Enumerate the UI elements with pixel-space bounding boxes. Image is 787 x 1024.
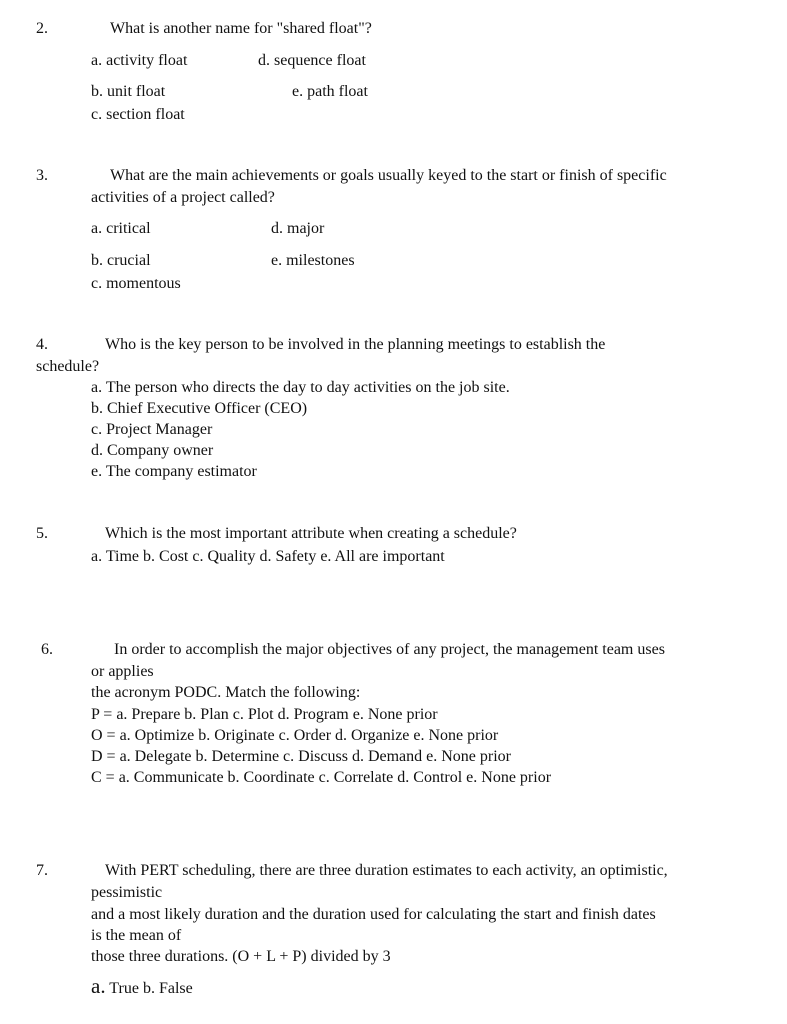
option-d: d. sequence float — [258, 52, 366, 69]
question-number: 4. — [36, 336, 48, 353]
question-number: 5. — [36, 525, 48, 542]
question-prompt-line-1: Who is the key person to be involved in … — [105, 336, 606, 353]
question-prompt-line-2: or applies — [91, 663, 154, 680]
question-number: 2. — [36, 20, 48, 37]
question-prompt-line-5: those three durations. (O + L + P) divid… — [91, 948, 391, 965]
question-prompt-line-2: activities of a project called? — [91, 189, 275, 206]
option-d: d. Company owner — [91, 442, 214, 459]
option-b: b. unit float — [91, 83, 166, 100]
question-prompt-line-1: What are the main achievements or goals … — [110, 167, 667, 184]
options-rest: True b. False — [109, 980, 193, 997]
match-row-d: D = a. Delegate b. Determine c. Discuss … — [91, 748, 511, 765]
option-c: c. momentous — [91, 275, 181, 292]
question-prompt: What is another name for "shared float"? — [110, 20, 372, 37]
option-e: e. The company estimator — [91, 463, 257, 480]
question-prompt-line-4: is the mean of — [91, 927, 182, 944]
question-prompt-line-1: In order to accomplish the major objecti… — [114, 641, 665, 658]
option-e: e. milestones — [271, 252, 355, 269]
question-prompt-line-3: the acronym PODC. Match the following: — [91, 684, 361, 701]
option-d: d. major — [271, 220, 325, 237]
option-e: e. path float — [292, 83, 368, 100]
options-line: a. Time b. Cost c. Quality d. Safety e. … — [91, 548, 445, 565]
match-row-c: C = a. Communicate b. Coordinate c. Corr… — [91, 769, 552, 786]
question-prompt-line-1: With PERT scheduling, there are three du… — [105, 862, 668, 879]
match-row-o: O = a. Optimize b. Originate c. Order d.… — [91, 727, 499, 744]
option-a: a. The person who directs the day to day… — [91, 379, 510, 396]
option-b: b. Chief Executive Officer (CEO) — [91, 400, 308, 417]
question-prompt-line-2: pessimistic — [91, 884, 163, 901]
question-prompt-line-2: schedule? — [36, 358, 100, 375]
option-a: a. activity float — [91, 52, 188, 69]
option-b: b. crucial — [91, 252, 151, 269]
question-number: 3. — [36, 167, 48, 184]
option-a: a. critical — [91, 220, 151, 237]
question-number: 7. — [36, 862, 48, 879]
option-a-marker: a. — [91, 974, 106, 998]
options-line: a. True b. False — [91, 976, 193, 999]
question-number: 6. — [41, 641, 53, 658]
option-c: c. section float — [91, 106, 185, 123]
match-row-p: P = a. Prepare b. Plan c. Plot d. Progra… — [91, 706, 438, 723]
option-c: c. Project Manager — [91, 421, 213, 438]
question-prompt: Which is the most important attribute wh… — [105, 525, 517, 542]
question-prompt-line-3: and a most likely duration and the durat… — [91, 906, 656, 923]
